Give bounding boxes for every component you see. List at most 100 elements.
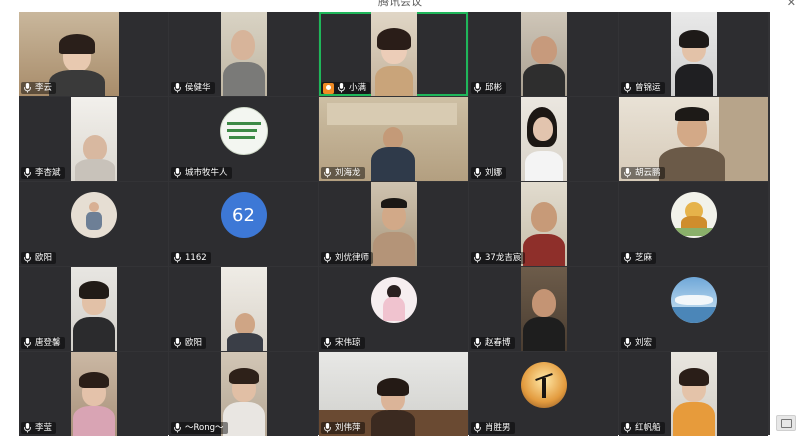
participant-tile[interactable]: 刘优律师 (319, 182, 468, 266)
participant-avatar (219, 107, 268, 155)
microphone-icon (474, 168, 481, 178)
name-label: 李莹 (21, 422, 57, 434)
microphone-icon (24, 168, 31, 178)
participant-avatar (670, 277, 717, 323)
microphone-icon (174, 168, 181, 178)
name-label: 刘伟萍 (321, 422, 365, 434)
chat-icon[interactable] (776, 415, 796, 431)
participant-video (71, 267, 117, 351)
host-icon (323, 82, 334, 94)
name-label: 侯健华 (171, 82, 215, 94)
name-label: 37龙吉宸 (471, 252, 526, 264)
name-label: 李云 (21, 82, 57, 94)
close-icon[interactable]: ✕ (787, 0, 796, 10)
video-grid: 李云 侯健华 小满 邱彬 曾锦运 李杏斌 城市牧牛人 刘海龙 刘娜 胡云鹏 欧阳… (19, 12, 770, 436)
name-label: 唐登馨 (21, 337, 65, 349)
participant-avatar (370, 277, 417, 323)
participant-tile[interactable]: 城市牧牛人 (169, 97, 318, 181)
microphone-icon (24, 253, 31, 263)
participant-tile[interactable]: 邱彬 (469, 12, 618, 96)
microphone-icon (324, 338, 331, 348)
name-label: 1162 (171, 252, 211, 264)
participant-tile[interactable]: 李杏斌 (19, 97, 168, 181)
participant-avatar (70, 192, 117, 238)
participant-tile[interactable]: 欧阳 (169, 267, 318, 351)
participant-tile[interactable]: 侯健华 (169, 12, 318, 96)
participant-video (521, 267, 567, 351)
name-label: 小满 (321, 82, 371, 94)
microphone-icon (324, 253, 331, 263)
microphone-icon (174, 83, 181, 93)
participant-tile[interactable]: 刘海龙 (319, 97, 468, 181)
microphone-icon (624, 253, 631, 263)
participant-tile[interactable]: 胡云鹏 (619, 97, 768, 181)
participant-avatar (520, 362, 567, 408)
microphone-icon (174, 338, 181, 348)
participant-tile[interactable]: 赵春博 (469, 267, 618, 351)
name-label: 胡云鹏 (621, 167, 665, 179)
participant-tile[interactable]: 刘娜 (469, 97, 618, 181)
microphone-icon (24, 338, 31, 348)
name-label: 邱彬 (471, 82, 507, 94)
name-label: 刘优律师 (321, 252, 374, 264)
participant-tile[interactable]: 唐登馨 (19, 267, 168, 351)
microphone-icon (474, 253, 481, 263)
name-label: 赵春博 (471, 337, 515, 349)
participant-avatar: 62 (220, 192, 267, 238)
app-title: 腾讯会议 (378, 0, 422, 8)
participant-tile[interactable]: 李莹 (19, 352, 168, 436)
participant-video (671, 12, 717, 96)
microphone-icon (624, 423, 631, 433)
microphone-icon (624, 168, 631, 178)
participant-video (71, 97, 117, 181)
name-label: 宋伟琼 (321, 337, 365, 349)
participant-tile[interactable]: 欧阳 (19, 182, 168, 266)
microphone-icon (324, 423, 331, 433)
title-bar: 腾讯会议 ✕ (0, 0, 800, 12)
participant-video (221, 352, 267, 436)
microphone-icon (474, 338, 481, 348)
microphone-icon (338, 83, 345, 93)
name-label: 欧阳 (171, 337, 207, 349)
name-label: 刘海龙 (321, 167, 365, 179)
participant-video (521, 12, 567, 96)
participant-tile[interactable]: 宋伟琼 (319, 267, 468, 351)
microphone-icon (624, 338, 631, 348)
microphone-icon (624, 83, 631, 93)
participant-tile[interactable]: 芝麻 (619, 182, 768, 266)
name-label: 曾锦运 (621, 82, 665, 94)
microphone-icon (474, 83, 481, 93)
participant-tile[interactable]: 62 1162 (169, 182, 318, 266)
microphone-icon (24, 423, 31, 433)
participant-tile[interactable]: 刘宏 (619, 267, 768, 351)
participant-tile[interactable]: 刘伟萍 (319, 352, 468, 436)
participant-avatar (670, 192, 717, 238)
right-panel (770, 12, 800, 435)
name-label: ～Rong～ (171, 422, 228, 434)
microphone-icon (324, 168, 331, 178)
name-label: 刘宏 (621, 337, 657, 349)
participant-tile-active-speaker[interactable]: 小满 (319, 12, 468, 96)
microphone-icon (474, 423, 481, 433)
participant-video (371, 182, 417, 266)
name-label: 欧阳 (21, 252, 57, 264)
participant-video (521, 97, 567, 181)
name-label: 李杏斌 (21, 167, 65, 179)
name-label: 芝麻 (621, 252, 657, 264)
participant-tile[interactable]: 37龙吉宸 (469, 182, 618, 266)
participant-tile[interactable]: 红帆船 (619, 352, 768, 436)
name-label: 刘娜 (471, 167, 507, 179)
name-label: 红帆船 (621, 422, 665, 434)
participant-tile[interactable]: 肖胜男 (469, 352, 618, 436)
name-label: 城市牧牛人 (171, 167, 232, 179)
participant-video (221, 12, 267, 96)
participant-video (521, 182, 567, 266)
participant-tile[interactable]: 李云 (19, 12, 168, 96)
participant-tile[interactable]: 曾锦运 (619, 12, 768, 96)
name-label: 肖胜男 (471, 422, 515, 434)
participant-tile[interactable]: ～Rong～ (169, 352, 318, 436)
participant-video (221, 267, 267, 351)
microphone-icon (24, 83, 31, 93)
participant-video (371, 12, 417, 96)
microphone-icon (174, 423, 181, 433)
